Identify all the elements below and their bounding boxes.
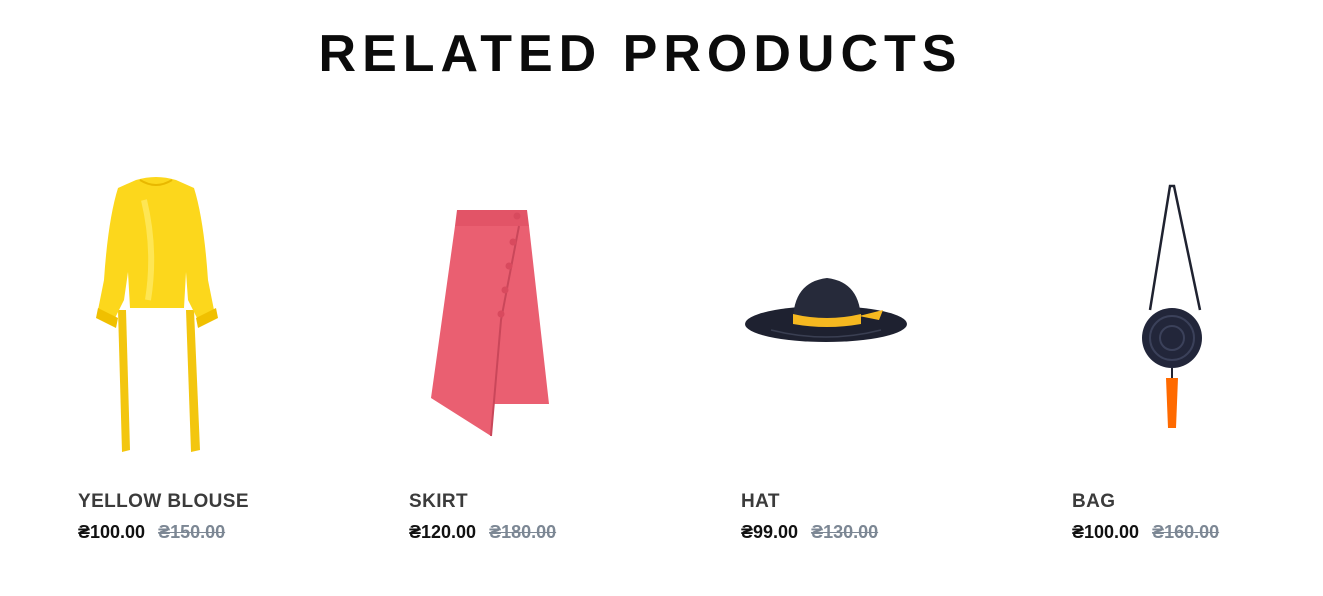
sale-price: ₴99.00	[741, 522, 799, 542]
original-price: ₴150.00	[158, 522, 226, 542]
sale-price: ₴120.00	[409, 522, 477, 542]
section-title: RELATED PRODUCTS	[318, 25, 963, 83]
bag-image	[1142, 184, 1202, 428]
price-row: ₴99.00 ₴130.00	[741, 522, 878, 543]
product-name[interactable]: SKIRT	[409, 491, 468, 513]
product-image-skirt[interactable]	[409, 160, 709, 460]
skirt-image	[431, 210, 549, 437]
original-price: ₴130.00	[811, 522, 879, 542]
product-image-bag[interactable]	[1072, 160, 1323, 460]
price-row: ₴100.00 ₴150.00	[78, 522, 225, 543]
product-name[interactable]: HAT	[741, 491, 780, 513]
yellow-blouse-image	[96, 177, 218, 452]
original-price: ₴180.00	[489, 522, 557, 542]
product-image-yellow-blouse[interactable]	[78, 160, 378, 460]
price-row: ₴120.00 ₴180.00	[409, 522, 556, 543]
sale-price: ₴100.00	[78, 522, 146, 542]
product-name[interactable]: YELLOW BLOUSE	[78, 491, 249, 513]
product-image-hat[interactable]	[741, 160, 1041, 460]
sale-price: ₴100.00	[1072, 522, 1140, 542]
original-price: ₴160.00	[1152, 522, 1220, 542]
hat-image	[745, 278, 907, 342]
product-name[interactable]: BAG	[1072, 491, 1115, 513]
price-row: ₴100.00 ₴160.00	[1072, 522, 1219, 543]
